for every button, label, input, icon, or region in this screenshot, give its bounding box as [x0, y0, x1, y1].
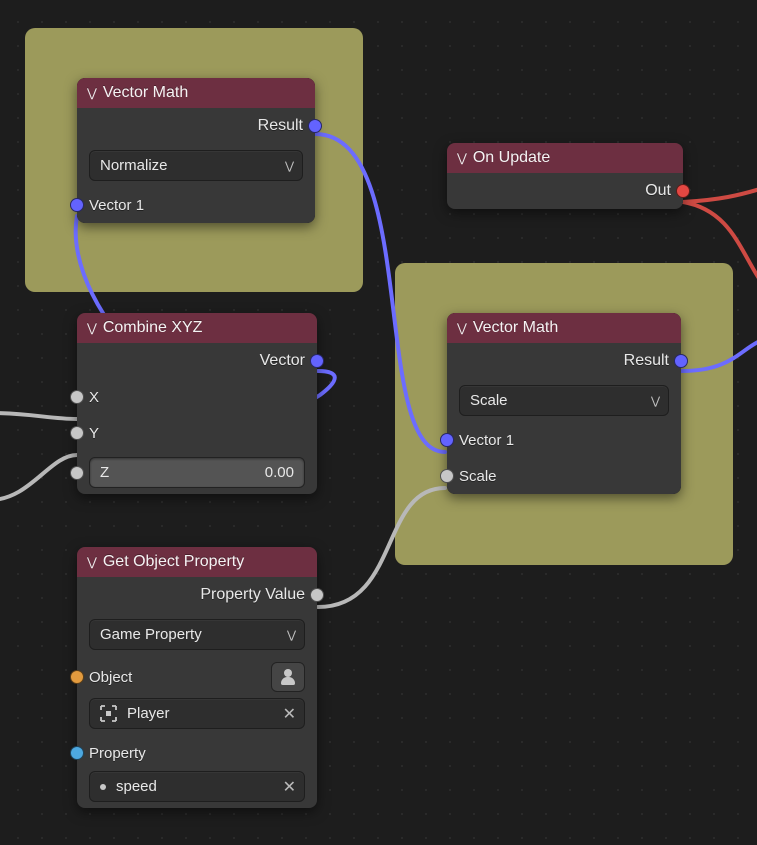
- node-title: Get Object Property: [103, 553, 244, 571]
- node-header[interactable]: ⋁ Vector Math: [447, 313, 681, 343]
- output-label: Property Value: [200, 586, 305, 604]
- socket-property-value[interactable]: [310, 588, 324, 602]
- object-value: Player: [127, 705, 170, 722]
- chevron-down-icon: ⋁: [87, 86, 97, 100]
- input-x-label: X: [89, 389, 99, 406]
- output-label: Result: [624, 352, 669, 370]
- operation-select[interactable]: Scale ⋁: [459, 385, 669, 416]
- node-header[interactable]: ⋁ On Update: [447, 143, 683, 173]
- output-label: Vector: [260, 352, 305, 370]
- target-icon: [100, 705, 117, 722]
- clear-button[interactable]: ✕: [283, 777, 296, 797]
- select-value: Game Property: [100, 626, 202, 643]
- select-value: Scale: [470, 392, 508, 409]
- input-label: Vector 1: [459, 432, 514, 449]
- node-title: Combine XYZ: [103, 319, 203, 337]
- z-label: Z: [100, 464, 109, 481]
- node-title: Vector Math: [473, 319, 558, 337]
- socket-result[interactable]: [308, 119, 322, 133]
- socket-z[interactable]: [70, 466, 84, 480]
- dot-icon: [100, 784, 106, 790]
- object-icon: [100, 705, 117, 722]
- node-on-update[interactable]: ⋁ On Update Out: [447, 143, 683, 209]
- socket-vector1[interactable]: [70, 198, 84, 212]
- socket-result[interactable]: [674, 354, 688, 368]
- output-label: Result: [258, 117, 303, 135]
- node-combine-xyz[interactable]: ⋁ Combine XYZ Vector X Y Z 0.00: [77, 313, 317, 494]
- z-value: 0.00: [265, 464, 294, 481]
- mode-select[interactable]: Game Property ⋁: [89, 619, 305, 650]
- node-title: On Update: [473, 149, 550, 167]
- socket-vector1[interactable]: [440, 433, 454, 447]
- node-vector-math-2[interactable]: ⋁ Vector Math Result Scale ⋁ Vector 1 Sc…: [447, 313, 681, 494]
- input-y-label: Y: [89, 425, 99, 442]
- use-active-object-button[interactable]: [271, 662, 305, 692]
- socket-vector[interactable]: [310, 354, 324, 368]
- clear-button[interactable]: ✕: [283, 704, 296, 724]
- input-label: Vector 1: [89, 197, 144, 214]
- chevron-down-icon: ⋁: [87, 555, 97, 569]
- socket-out[interactable]: [676, 184, 690, 198]
- chevron-down-icon: ⋁: [87, 321, 97, 335]
- user-icon: [280, 669, 296, 685]
- chevron-down-icon: ⋁: [457, 321, 467, 335]
- chevron-down-icon: ⋁: [287, 628, 296, 641]
- property-value: speed: [116, 778, 157, 795]
- z-field[interactable]: Z 0.00: [89, 457, 305, 488]
- property-field[interactable]: speed ✕: [89, 771, 305, 802]
- node-header[interactable]: ⋁ Get Object Property: [77, 547, 317, 577]
- object-label: Object: [89, 669, 132, 686]
- input-label: Scale: [459, 468, 497, 485]
- operation-select[interactable]: Normalize ⋁: [89, 150, 303, 181]
- socket-scale[interactable]: [440, 469, 454, 483]
- socket-x[interactable]: [70, 390, 84, 404]
- output-label: Out: [645, 182, 671, 200]
- chevron-down-icon: ⋁: [457, 151, 467, 165]
- socket-property[interactable]: [70, 746, 84, 760]
- object-field[interactable]: Player ✕: [89, 698, 305, 729]
- node-header[interactable]: ⋁ Vector Math: [77, 78, 315, 108]
- chevron-down-icon: ⋁: [285, 159, 294, 172]
- socket-y[interactable]: [70, 426, 84, 440]
- chevron-down-icon: ⋁: [651, 394, 660, 407]
- socket-object[interactable]: [70, 670, 84, 684]
- node-vector-math-1[interactable]: ⋁ Vector Math Result Normalize ⋁ Vector …: [77, 78, 315, 223]
- node-title: Vector Math: [103, 84, 188, 102]
- select-value: Normalize: [100, 157, 168, 174]
- node-get-object-property[interactable]: ⋁ Get Object Property Property Value Gam…: [77, 547, 317, 808]
- property-label: Property: [89, 745, 146, 762]
- node-header[interactable]: ⋁ Combine XYZ: [77, 313, 317, 343]
